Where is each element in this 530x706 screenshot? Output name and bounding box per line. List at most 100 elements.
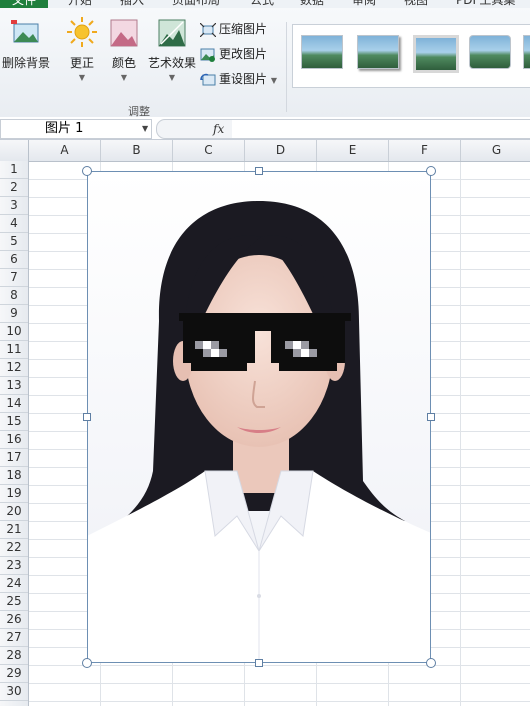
resize-handle-bottom-right[interactable] [426,658,436,668]
row-header-16[interactable]: 16 [0,431,28,449]
change-picture-button[interactable]: 更改图片 [200,45,267,63]
reset-picture-dropdown-icon[interactable]: ▼ [271,76,277,85]
row-header-12[interactable]: 12 [0,359,28,377]
column-header-a[interactable]: A [29,140,101,161]
insert-function-icon[interactable]: fx [213,120,224,138]
resize-handle-top-left[interactable] [82,166,92,176]
row-header-6[interactable]: 6 [0,251,28,269]
tab-insert[interactable]: 插入 [120,0,144,8]
row-header-11[interactable]: 11 [0,341,28,359]
column-header-f[interactable]: F [389,140,461,161]
picture-style-option[interactable] [413,35,459,73]
color-picture-icon [110,19,138,47]
row-header-13[interactable]: 13 [0,377,28,395]
row-header-29[interactable]: 29 [0,665,28,683]
resize-handle-top[interactable] [255,167,263,175]
row-header-7[interactable]: 7 [0,269,28,287]
change-picture-label: 更改图片 [219,47,268,61]
color-button[interactable]: 颜色 ▼ [106,18,142,82]
row-header-5[interactable]: 5 [0,233,28,251]
color-dropdown-icon[interactable]: ▼ [106,73,142,82]
row-header-18[interactable]: 18 [0,467,28,485]
group-separator [286,22,287,112]
row-header-20[interactable]: 20 [0,503,28,521]
reset-picture-label: 重设图片 [219,72,268,86]
ribbon: 文件 开始 插入 页面布局 公式 数据 审阅 视图 PDF工具集 删除背景 更正… [0,0,530,118]
row-header-22[interactable]: 22 [0,539,28,557]
remove-background-label: 删除背景 [1,56,50,70]
artistic-effects-dropdown-icon[interactable]: ▼ [146,73,198,82]
picture-style-option[interactable] [469,35,511,69]
artistic-effects-button[interactable]: 艺术效果 ▼ [146,18,198,82]
change-picture-icon [200,48,215,62]
picture-style-option[interactable] [357,35,399,69]
row-header-14[interactable]: 14 [0,395,28,413]
row-header-28[interactable]: 28 [0,647,28,665]
compress-icon [200,22,216,37]
compress-pictures-button[interactable]: 压缩图片 [200,20,267,38]
row-header-4[interactable]: 4 [0,215,28,233]
remove-background-icon [11,20,39,43]
reset-picture-button[interactable]: 重设图片 ▼ [200,70,277,88]
select-all-corner[interactable] [0,140,29,161]
reset-picture-icon [200,73,216,85]
resize-handle-bottom[interactable] [255,659,263,667]
tab-home[interactable]: 开始 [68,0,92,8]
row-header-2[interactable]: 2 [0,179,28,197]
name-box-value: 图片 1 [45,121,84,136]
row-header-25[interactable]: 25 [0,593,28,611]
picture-style-option[interactable] [523,35,530,69]
compress-pictures-label: 压缩图片 [219,22,268,36]
column-header-e[interactable]: E [317,140,389,161]
inserted-picture[interactable] [87,171,431,663]
row-header-10[interactable]: 10 [0,323,28,341]
tab-formulas[interactable]: 公式 [250,0,274,8]
column-header-d[interactable]: D [245,140,317,161]
tab-data[interactable]: 数据 [300,0,324,8]
corrections-button[interactable]: 更正 ▼ [62,16,102,82]
row-header-21[interactable]: 21 [0,521,28,539]
row-header-30[interactable]: 30 [0,683,28,701]
sun-icon [67,17,97,47]
name-box[interactable]: 图片 1 ▼ [0,119,152,139]
picture-styles-gallery [292,24,530,88]
tab-review[interactable]: 审阅 [352,0,376,8]
corrections-dropdown-icon[interactable]: ▼ [62,73,102,82]
row-header-24[interactable]: 24 [0,575,28,593]
corrections-label: 更正 [69,56,94,70]
row-header-17[interactable]: 17 [0,449,28,467]
tab-file[interactable]: 文件 [0,0,49,8]
formula-bar: 图片 1 ▼ fx [0,117,530,140]
artistic-effects-label: 艺术效果 [147,56,196,70]
formula-input[interactable] [232,119,530,139]
remove-background-button[interactable]: 删除背景 [0,18,52,71]
tab-pdf-tools[interactable]: PDF工具集 [456,0,515,8]
name-box-dropdown-icon[interactable]: ▼ [142,120,148,138]
formula-controls: fx [156,119,234,139]
row-header-26[interactable]: 26 [0,611,28,629]
row-header-23[interactable]: 23 [0,557,28,575]
row-header-15[interactable]: 15 [0,413,28,431]
picture-style-option[interactable] [301,35,343,69]
resize-handle-bottom-left[interactable] [82,658,92,668]
row-header-9[interactable]: 9 [0,305,28,323]
ribbon-tabs: 文件 开始 插入 页面布局 公式 数据 审阅 视图 PDF工具集 [0,0,530,8]
column-header-g[interactable]: G [461,140,530,161]
adjust-group-label: 调整 [128,105,150,118]
portrait-image [87,171,431,663]
row-header-19[interactable]: 19 [0,485,28,503]
resize-handle-right[interactable] [427,413,435,421]
color-label: 颜色 [111,56,136,70]
row-header-3[interactable]: 3 [0,197,28,215]
column-header-c[interactable]: C [173,140,245,161]
tab-page-layout[interactable]: 页面布局 [172,0,220,8]
row-header-8[interactable]: 8 [0,287,28,305]
resize-handle-top-right[interactable] [426,166,436,176]
row-header-27[interactable]: 27 [0,629,28,647]
tab-view[interactable]: 视图 [404,0,428,8]
row-header-1[interactable]: 1 [0,161,28,179]
row-header: 1 2 3 4 5 6 7 8 9 10 11 12 13 14 15 16 17 18 19 20 21 22 23 24 2… [0,161,29,706]
resize-handle-left[interactable] [83,413,91,421]
column-header-b[interactable]: B [101,140,173,161]
artistic-effects-icon [158,19,186,47]
